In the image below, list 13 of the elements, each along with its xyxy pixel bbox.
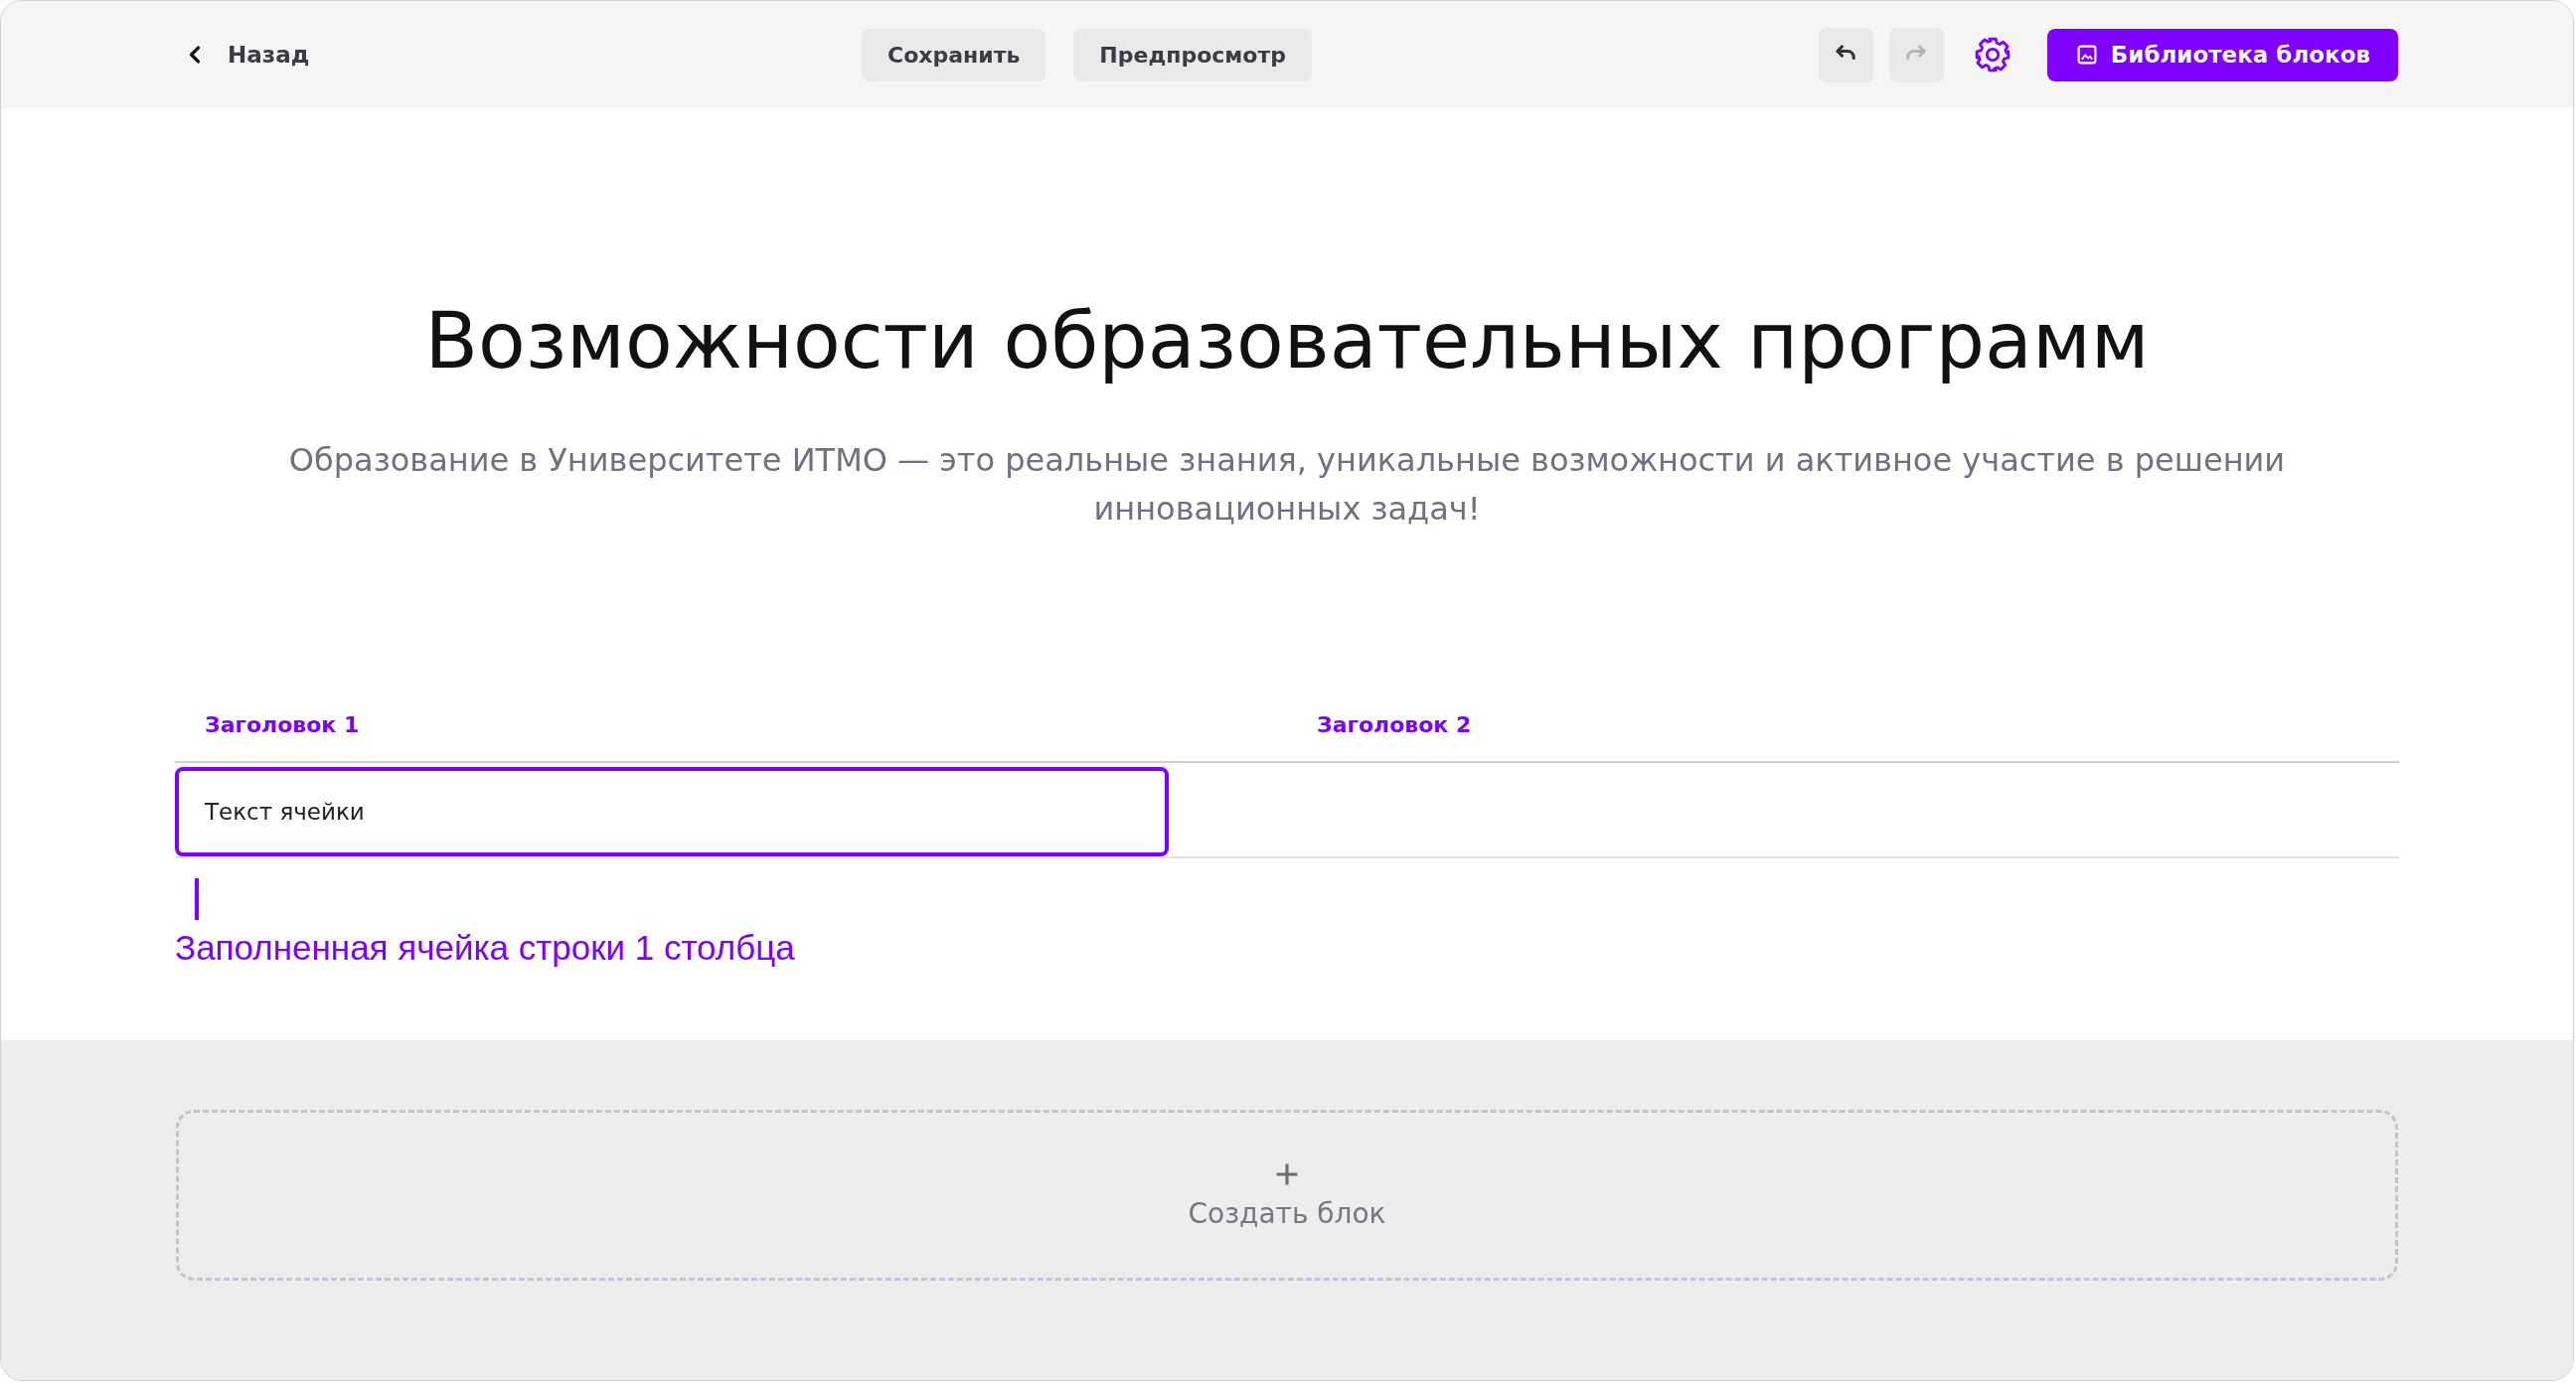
back-link[interactable]: Назад [180, 38, 314, 72]
block-library-button[interactable]: Библиотека блоков [2046, 28, 2398, 81]
settings-icon[interactable] [1973, 36, 2012, 74]
column-header: Заголовок 1 [204, 711, 361, 737]
page-title: Возможности образовательных программ [423, 299, 2151, 384]
toolbar-button[interactable]: Предпросмотр [1073, 28, 1312, 81]
page-subtitle: Образование в Университете ИТМО — это реальные знания, уникальные возможности и активное участие в решении инновационных задач! [287, 439, 2287, 530]
annotation-text: Заполненная ячейка строки 1 столбца [175, 927, 796, 968]
column-header: Заголовок 2 [1316, 711, 1473, 737]
undo-button[interactable] [1818, 27, 1873, 82]
toolbar-button[interactable]: Сохранить [862, 28, 1046, 81]
table-cell[interactable]: Текст ячейки [175, 766, 1169, 856]
create-block-button[interactable]: Создать блок [176, 1110, 2398, 1281]
